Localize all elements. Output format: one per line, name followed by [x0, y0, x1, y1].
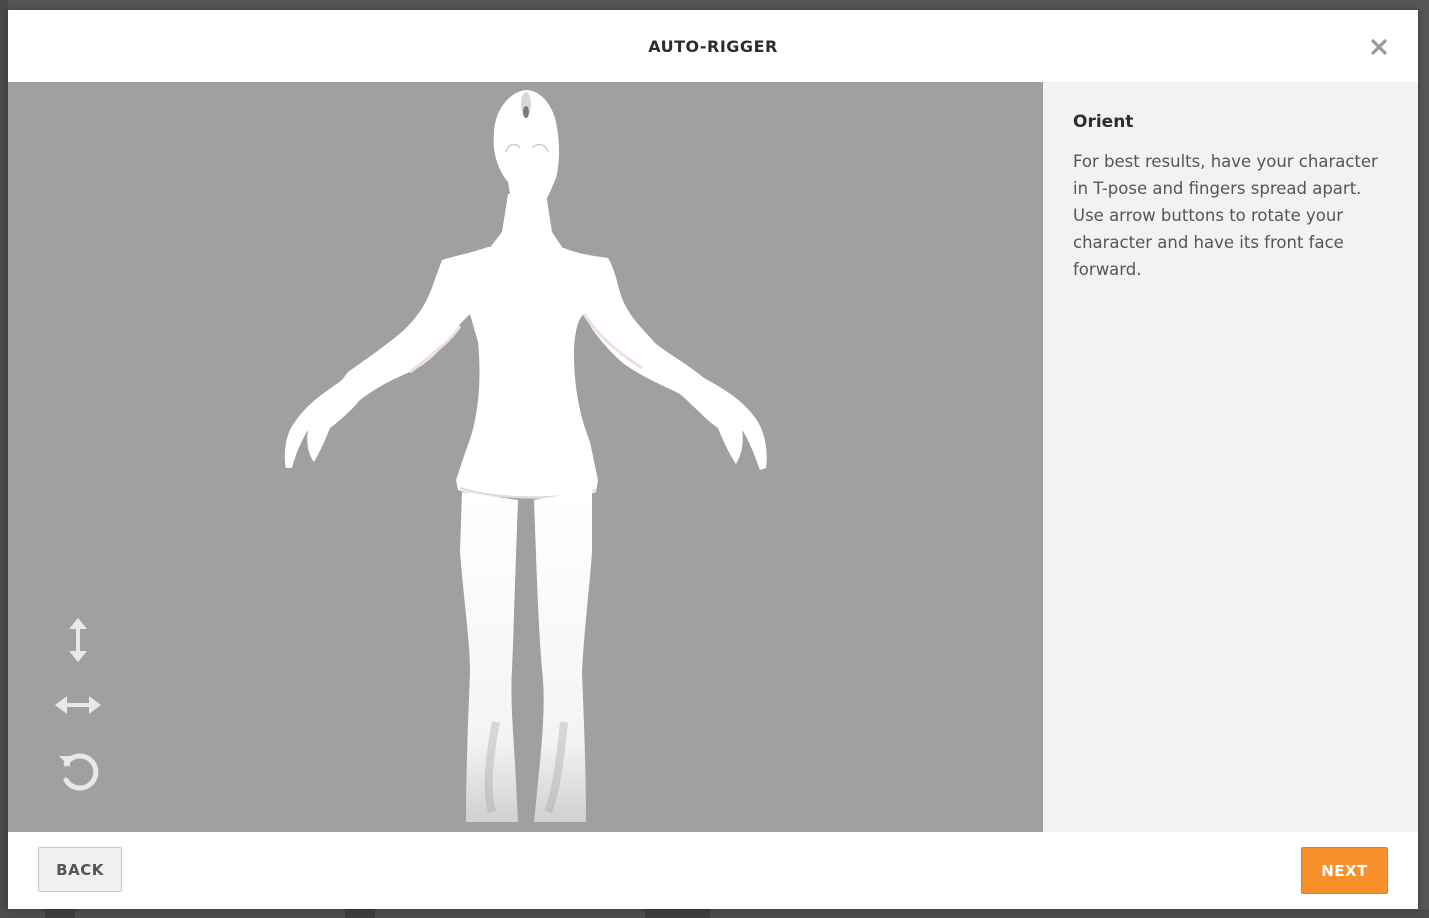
background-edge: [0, 0, 8, 918]
instructions-panel: Orient For best results, have your chara…: [1043, 82, 1418, 832]
rotate-icon: [59, 753, 99, 791]
back-button[interactable]: BACK: [38, 847, 122, 892]
background-thumbnail: [45, 909, 75, 918]
background-bottom-strip: [0, 909, 1429, 918]
auto-rigger-modal: AUTO-RIGGER Orient For best results, hav…: [8, 10, 1418, 909]
close-icon: [1371, 39, 1387, 55]
modal-title: AUTO-RIGGER: [648, 37, 778, 56]
step-description: For best results, have your character in…: [1073, 152, 1378, 279]
close-button[interactable]: [1368, 36, 1390, 58]
rotate-vertical-button[interactable]: [50, 612, 106, 668]
background-thumbnail: [345, 909, 375, 918]
modal-footer: BACK NEXT: [8, 832, 1418, 909]
character-model: [284, 90, 767, 822]
step-title: Orient: [1073, 112, 1134, 132]
rotate-horizontal-button[interactable]: [50, 677, 106, 733]
vertical-arrows-icon: [69, 618, 87, 662]
background-thumbnail: [645, 909, 710, 918]
modal-header: AUTO-RIGGER: [8, 10, 1418, 82]
next-button[interactable]: NEXT: [1301, 847, 1388, 894]
horizontal-arrows-icon: [55, 696, 101, 714]
rotate-reset-button[interactable]: [50, 742, 106, 798]
3d-viewport[interactable]: [8, 82, 1043, 832]
